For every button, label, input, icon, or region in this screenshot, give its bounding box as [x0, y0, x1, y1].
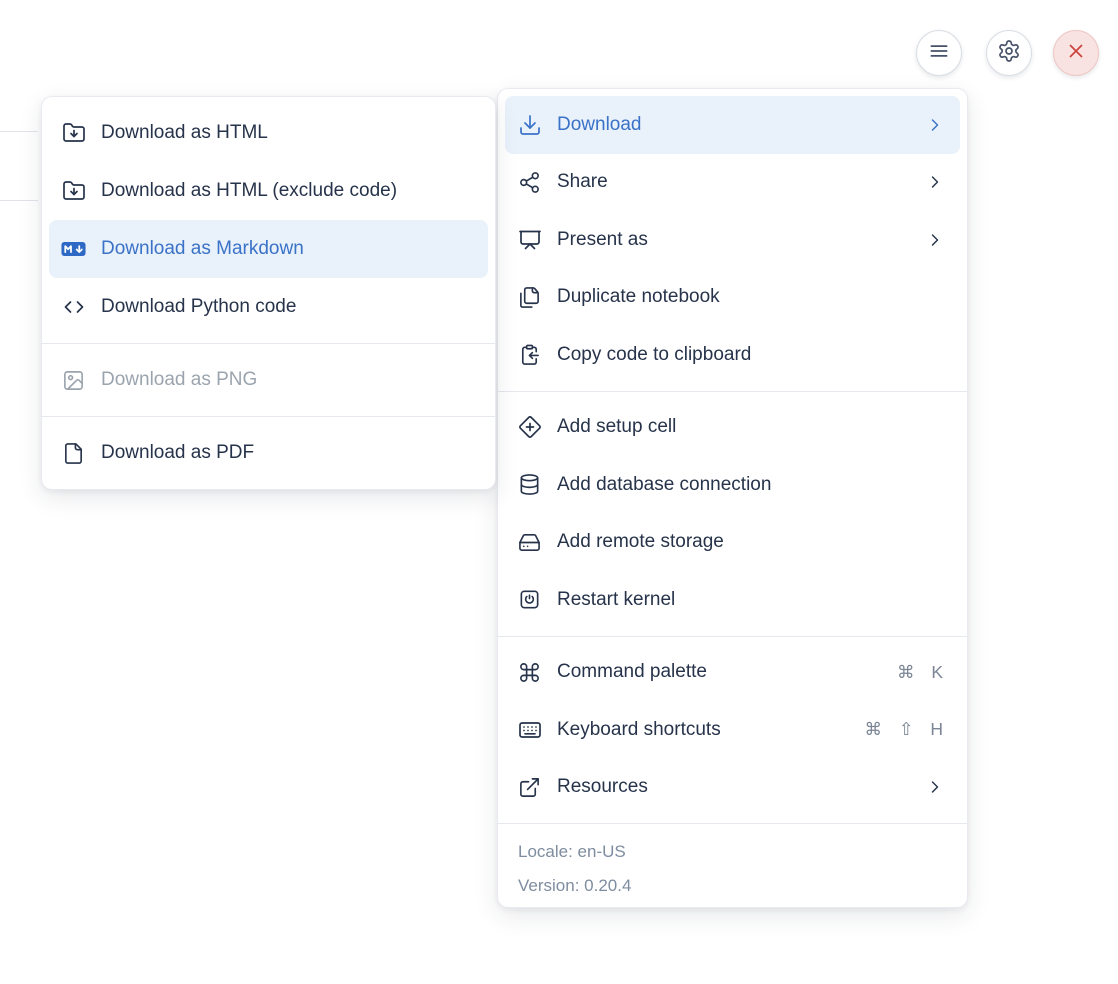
menu-item-command-palette[interactable]: Command palette ⌘ K — [505, 644, 960, 702]
menu-item-label: Download as PNG — [101, 369, 257, 391]
menu-item-duplicate-notebook[interactable]: Duplicate notebook — [505, 269, 960, 327]
menu-item-label: Add setup cell — [557, 416, 676, 438]
version-text: Version: 0.20.4 — [518, 869, 947, 903]
menu-item-label: Command palette — [557, 661, 707, 683]
database-icon — [517, 472, 542, 497]
menu-item-add-remote-storage[interactable]: Add remote storage — [505, 514, 960, 572]
menu-item-label: Download as HTML (exclude code) — [101, 180, 397, 202]
menu-group: Download as PDF — [42, 417, 495, 489]
submenu-item-download-png[interactable]: Download as PNG — [49, 351, 488, 409]
menu-item-resources[interactable]: Resources — [505, 759, 960, 817]
menu-item-share[interactable]: Share — [505, 154, 960, 212]
clipboard-arrow-icon — [517, 342, 542, 367]
diamond-plus-icon — [517, 415, 542, 440]
page-divider-line — [0, 131, 38, 132]
shortcut-hint: ⌘ K — [897, 662, 945, 683]
menu-item-label: Resources — [557, 776, 648, 798]
submenu-item-download-markdown[interactable]: Download as Markdown — [49, 220, 488, 278]
markdown-icon — [61, 237, 86, 262]
submenu-item-download-python-code[interactable]: Download Python code — [49, 278, 488, 336]
menu-group: Download as HTML Download as HTML (exclu… — [42, 97, 495, 343]
menu-item-label: Download as PDF — [101, 442, 254, 464]
submenu-item-download-html[interactable]: Download as HTML — [49, 104, 488, 162]
menu-item-keyboard-shortcuts[interactable]: Keyboard shortcuts ⌘ ⇧ H — [505, 701, 960, 759]
shortcut-hint: ⌘ ⇧ H — [864, 719, 945, 740]
menu-item-download[interactable]: Download — [505, 96, 960, 154]
menu-item-label: Add remote storage — [557, 531, 724, 553]
page-divider-line — [0, 200, 38, 201]
locale-text: Locale: en-US — [518, 835, 947, 869]
command-icon — [517, 660, 542, 685]
chevron-right-icon — [925, 777, 945, 797]
chevron-right-icon — [925, 115, 945, 135]
menu-group: Download Share Present as — [498, 89, 967, 391]
menu-item-restart-kernel[interactable]: Restart kernel — [505, 571, 960, 629]
shutdown-button[interactable] — [1053, 30, 1099, 76]
settings-button[interactable] — [986, 30, 1032, 76]
menu-item-label: Share — [557, 171, 608, 193]
notebook-menu-button[interactable] — [916, 30, 962, 76]
menu-item-label: Present as — [557, 229, 648, 251]
menu-group: Download as PNG — [42, 344, 495, 416]
menu-item-add-setup-cell[interactable]: Add setup cell — [505, 399, 960, 457]
download-submenu-panel: Download as HTML Download as HTML (exclu… — [41, 96, 496, 490]
menu-group: Add setup cell Add database connection A… — [498, 392, 967, 636]
menu-item-copy-code[interactable]: Copy code to clipboard — [505, 326, 960, 384]
download-icon — [517, 112, 542, 137]
external-link-icon — [517, 775, 542, 800]
menu-item-label: Download as HTML — [101, 122, 268, 144]
menu-item-label: Copy code to clipboard — [557, 344, 751, 366]
menu-item-label: Add database connection — [557, 474, 771, 496]
keyboard-icon — [517, 717, 542, 742]
close-icon — [1064, 39, 1088, 68]
menu-group: Command palette ⌘ K Keyboard shortcuts ⌘… — [498, 637, 967, 824]
power-icon — [517, 587, 542, 612]
menu-item-label: Keyboard shortcuts — [557, 719, 721, 741]
presentation-icon — [517, 227, 542, 252]
code-icon — [61, 295, 86, 320]
chevron-right-icon — [925, 230, 945, 250]
files-icon — [517, 285, 542, 310]
file-icon — [61, 441, 86, 466]
submenu-item-download-html-exclude-code[interactable]: Download as HTML (exclude code) — [49, 162, 488, 220]
folder-down-icon — [61, 179, 86, 204]
hard-drive-icon — [517, 530, 542, 555]
menu-item-label: Restart kernel — [557, 589, 675, 611]
menu-item-label: Duplicate notebook — [557, 286, 720, 308]
menu-item-label: Download as Markdown — [101, 238, 304, 260]
hamburger-icon — [926, 38, 952, 69]
menu-item-label: Download — [557, 114, 642, 136]
folder-down-icon — [61, 121, 86, 146]
image-icon — [61, 368, 86, 393]
menu-footer: Locale: en-US Version: 0.20.4 — [498, 824, 967, 902]
chevron-right-icon — [925, 172, 945, 192]
submenu-item-download-pdf[interactable]: Download as PDF — [49, 424, 488, 482]
notebook-menu-panel: Download Share Present as — [497, 88, 968, 908]
menu-item-add-database-connection[interactable]: Add database connection — [505, 456, 960, 514]
share-icon — [517, 170, 542, 195]
menu-item-label: Download Python code — [101, 296, 296, 318]
menu-item-present-as[interactable]: Present as — [505, 211, 960, 269]
gear-icon — [997, 39, 1021, 68]
